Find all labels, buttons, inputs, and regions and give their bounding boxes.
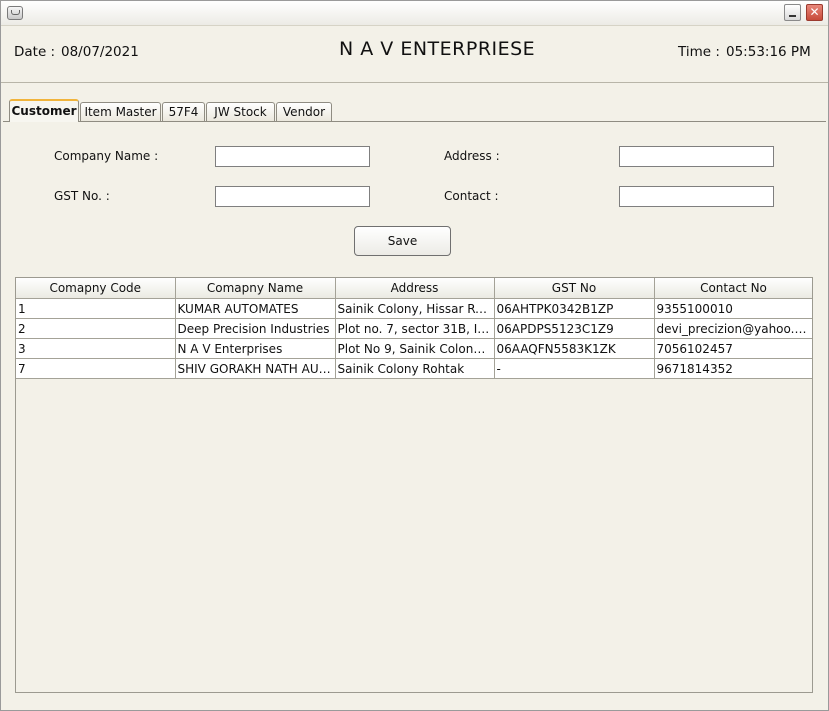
date-value: 08/07/2021 [61,44,139,60]
time-value: 05:53:16 PM [726,44,811,60]
table-row[interactable]: 3 N A V Enterprises Plot No 9, Sainik Co… [16,338,812,359]
gst-input[interactable] [215,186,370,207]
cell-contact-no[interactable]: devi_precizion@yahoo.com [654,318,812,339]
customer-table: Comapny Code Comapny Name Address GST No… [16,278,812,379]
close-icon[interactable]: ✕ [806,4,823,21]
gst-label: GST No. : [54,189,110,203]
cell-gst-no[interactable]: - [494,358,655,379]
cell-contact-no[interactable]: 7056102457 [654,338,812,359]
cell-company-name[interactable]: SHIV GORAKH NATH AUTOMOBILES [175,358,336,379]
cell-address[interactable]: Plot No 9, Sainik Colony, Rohtak [335,338,495,359]
tab-customer[interactable]: Customer [9,99,79,122]
cell-gst-no[interactable]: 06APDPS5123C1Z9 [494,318,655,339]
contact-input[interactable] [619,186,774,207]
cell-company-code[interactable]: 2 [16,318,176,339]
cell-address[interactable]: Sainik Colony Rohtak [335,358,495,379]
table-row[interactable]: 1 KUMAR AUTOMATES Sainik Colony, Hissar … [16,298,812,319]
cell-contact-no[interactable]: 9671814352 [654,358,812,379]
cell-company-name[interactable]: KUMAR AUTOMATES [175,298,336,319]
contact-label: Contact : [444,189,499,203]
main-window: ✕ Date : 08/07/2021 N A V ENTERPRIESE Ti… [0,0,829,711]
date-label: Date : [14,44,56,60]
company-name-input[interactable] [215,146,370,167]
cell-company-code[interactable]: 3 [16,338,176,359]
cell-address[interactable]: Sainik Colony, Hissar Road [335,298,495,319]
title-bar[interactable]: ✕ [1,1,828,26]
cell-address[interactable]: Plot no. 7, sector 31B, IMT [335,318,495,339]
cell-company-name[interactable]: Deep Precision Industries [175,318,336,339]
column-header-address[interactable]: Address [335,278,495,299]
tab-vendor[interactable]: Vendor [276,102,332,121]
cell-contact-no[interactable]: 9355100010 [654,298,812,319]
address-input[interactable] [619,146,774,167]
column-header-contact-no[interactable]: Contact No [654,278,812,299]
address-label: Address : [444,149,500,163]
cell-company-name[interactable]: N A V Enterprises [175,338,336,359]
company-name-label: Company Name : [54,149,159,163]
column-header-company-code[interactable]: Comapny Code [16,278,176,299]
tab-57f4[interactable]: 57F4 [162,102,205,121]
table-row[interactable]: 7 SHIV GORAKH NATH AUTOMOBILES Sainik Co… [16,358,812,379]
app-title: N A V ENTERPRIESE [339,38,536,60]
cell-gst-no[interactable]: 06AHTPK0342B1ZP [494,298,655,319]
header: Date : 08/07/2021 N A V ENTERPRIESE Time… [1,26,828,83]
column-header-gst-no[interactable]: GST No [494,278,655,299]
time-label: Time : [678,44,720,60]
minimize-icon[interactable] [784,4,801,21]
tab-item-master[interactable]: Item Master [80,102,161,121]
save-button[interactable]: Save [354,226,451,256]
app-icon[interactable] [7,6,23,20]
customer-grid[interactable]: Comapny Code Comapny Name Address GST No… [15,277,813,693]
table-row[interactable]: 2 Deep Precision Industries Plot no. 7, … [16,318,812,339]
tab-jw-stock[interactable]: JW Stock [206,102,275,121]
cell-company-code[interactable]: 1 [16,298,176,319]
cell-gst-no[interactable]: 06AAQFN5583K1ZK [494,338,655,359]
table-header-row: Comapny Code Comapny Name Address GST No… [16,278,812,299]
cell-company-code[interactable]: 7 [16,358,176,379]
column-header-company-name[interactable]: Comapny Name [175,278,336,299]
